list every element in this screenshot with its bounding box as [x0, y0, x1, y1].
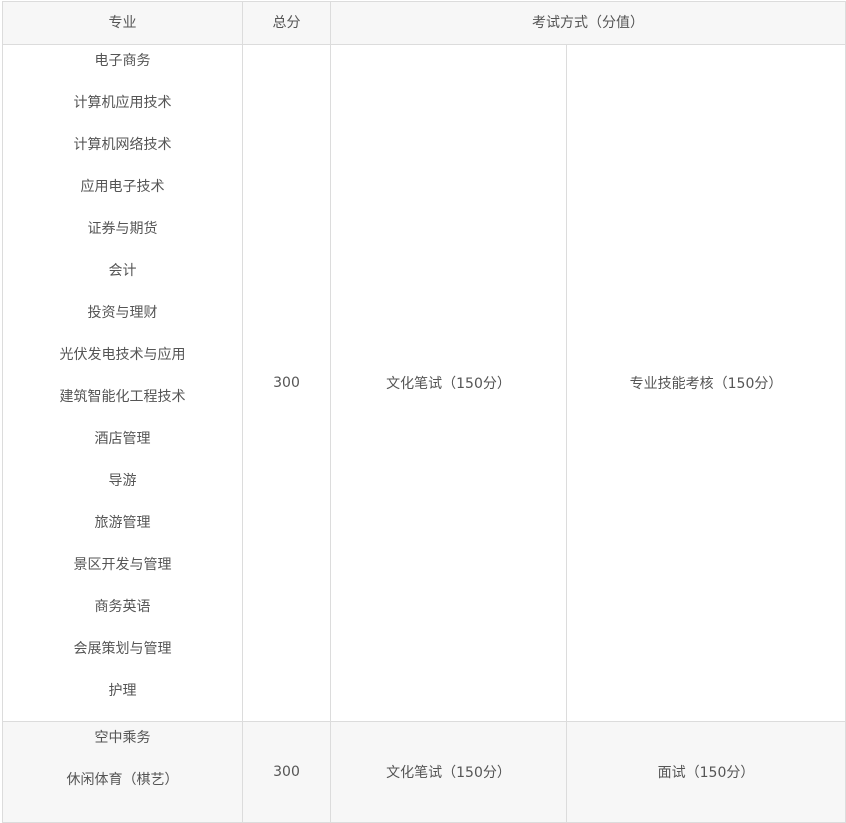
interview-cell: 面试（150分） [566, 721, 846, 823]
major-item: 应用电子技术 [80, 179, 165, 195]
major-item: 投资与理财 [87, 305, 158, 321]
table-row: 空中乘务 休闲体育（棋艺） 300 文化笔试（150分） 面试（150分） [2, 721, 846, 823]
major-item: 电子商务 [94, 53, 151, 69]
major-item: 旅游管理 [94, 515, 151, 531]
header-total: 总分 [242, 1, 331, 45]
majors-cell: 电子商务 计算机应用技术 计算机网络技术 应用电子技术 证券与期货 会计 投资与… [2, 44, 243, 722]
major-item: 商务英语 [94, 599, 151, 615]
major-item: 证券与期货 [87, 221, 158, 237]
total-score-cell: 300 [242, 44, 331, 722]
skill-exam-cell: 专业技能考核（150分） [566, 44, 846, 722]
written-exam-cell: 文化笔试（150分） [330, 721, 567, 823]
total-score-cell: 300 [242, 721, 331, 823]
written-exam-cell: 文化笔试（150分） [330, 44, 567, 722]
major-item: 会展策划与管理 [73, 641, 172, 657]
major-item: 计算机应用技术 [73, 95, 172, 111]
header-exam-method: 考试方式（分值） [330, 1, 846, 45]
major-item: 建筑智能化工程技术 [59, 389, 186, 405]
admissions-exam-table: 专业 总分 考试方式（分值） 电子商务 计算机应用技术 计算机网络技术 应用电子… [2, 1, 846, 823]
header-major: 专业 [2, 1, 243, 45]
major-item: 空中乘务 [94, 730, 151, 746]
major-item: 护理 [108, 683, 137, 699]
major-item: 休闲体育（棋艺） [66, 772, 179, 788]
major-item: 计算机网络技术 [73, 137, 172, 153]
table-row: 电子商务 计算机应用技术 计算机网络技术 应用电子技术 证券与期货 会计 投资与… [2, 44, 846, 722]
majors-cell: 空中乘务 休闲体育（棋艺） [2, 721, 243, 823]
table-header-row: 专业 总分 考试方式（分值） [2, 1, 846, 45]
major-item: 光伏发电技术与应用 [59, 347, 186, 363]
major-item: 酒店管理 [94, 431, 151, 447]
major-item: 导游 [108, 473, 137, 489]
major-item: 景区开发与管理 [73, 557, 172, 573]
major-item: 会计 [108, 263, 137, 279]
